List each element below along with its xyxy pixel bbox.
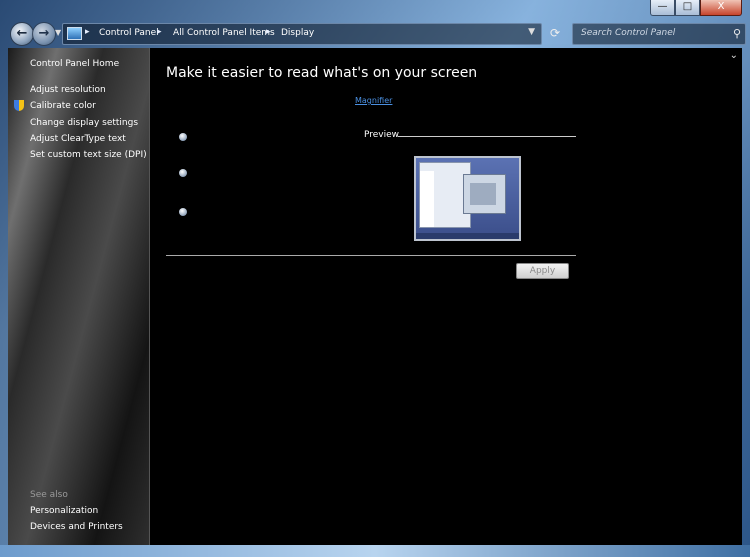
breadcrumb-display[interactable]: Display [281, 28, 314, 38]
caption-buttons: — □ X [650, 0, 742, 16]
see-also-heading: See also [30, 490, 68, 500]
divider [166, 255, 576, 256]
search-icon[interactable]: ⚲ [733, 27, 741, 40]
chevron-down-icon[interactable]: ⌄ [730, 50, 738, 61]
sidebar-link-change-display-settings[interactable]: Change display settings [30, 118, 138, 128]
search-box[interactable]: Search Control Panel ⚲ [572, 23, 746, 45]
size-option-radio-2[interactable] [179, 169, 187, 177]
sidebar: Control Panel Home Adjust resolution Cal… [8, 48, 150, 545]
breadcrumb-separator-icon[interactable]: ▸ [266, 27, 271, 37]
forward-button[interactable]: → [32, 22, 56, 46]
recent-pages-dropdown-icon[interactable]: ▼ [55, 28, 61, 37]
shield-icon [14, 100, 24, 111]
window-bottom-border [0, 545, 750, 557]
back-button[interactable]: ← [10, 22, 34, 46]
refresh-icon[interactable]: ⟳ [550, 26, 560, 40]
content-area: Control Panel Home Adjust resolution Cal… [8, 48, 742, 545]
preview-divider [398, 136, 576, 137]
address-bar[interactable]: ▸ Control Panel ▸ All Control Panel Item… [62, 23, 542, 45]
apply-button[interactable]: Apply [516, 263, 569, 279]
sidebar-link-adjust-resolution[interactable]: Adjust resolution [30, 85, 106, 95]
breadcrumb-all-items[interactable]: All Control Panel Items [173, 28, 275, 38]
navigation-bar: ← → ▼ ▸ Control Panel ▸ All Control Pane… [8, 22, 746, 46]
sidebar-link-control-panel-home[interactable]: Control Panel Home [30, 59, 119, 69]
search-input[interactable]: Search Control Panel [581, 28, 675, 38]
size-option-radio-3[interactable] [179, 208, 187, 216]
breadcrumb-separator-icon[interactable]: ▸ [85, 27, 90, 37]
sidebar-link-adjust-cleartype[interactable]: Adjust ClearType text [30, 134, 126, 144]
control-panel-icon [67, 27, 82, 40]
close-button[interactable]: X [700, 0, 742, 16]
sidebar-link-custom-text-size[interactable]: Set custom text size (DPI) [30, 150, 147, 160]
size-option-radio-1[interactable] [179, 133, 187, 141]
preview-label: Preview [364, 130, 400, 140]
breadcrumb-separator-icon[interactable]: ▸ [157, 27, 162, 37]
address-dropdown-icon[interactable]: ▼ [528, 27, 535, 37]
sidebar-link-personalization[interactable]: Personalization [30, 506, 98, 516]
magnifier-link[interactable]: Magnifier [355, 96, 392, 105]
sidebar-link-devices-printers[interactable]: Devices and Printers [30, 522, 123, 532]
preview-image [414, 156, 521, 241]
page-title: Make it easier to read what's on your sc… [166, 65, 478, 81]
sidebar-link-calibrate-color[interactable]: Calibrate color [30, 101, 96, 111]
minimize-button[interactable]: — [650, 0, 675, 16]
breadcrumb-control-panel[interactable]: Control Panel [99, 28, 159, 38]
maximize-button[interactable]: □ [675, 0, 700, 16]
